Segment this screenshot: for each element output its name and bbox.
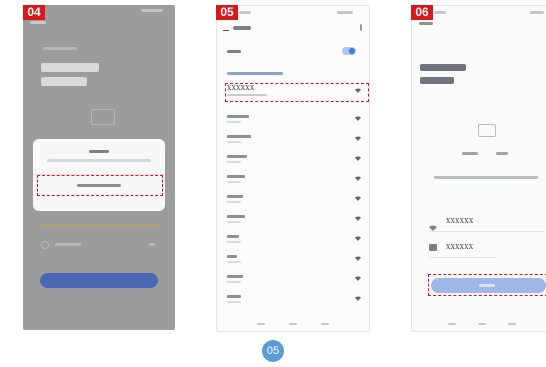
- page-title-line-2: [41, 77, 87, 86]
- cancel-link[interactable]: [419, 22, 433, 25]
- ssid-field[interactable]: XXXXXX: [446, 218, 473, 225]
- system-nav-bar: [412, 317, 546, 331]
- band-label-5ghz: [496, 152, 508, 155]
- network-status-1: [227, 121, 241, 123]
- password-divider: [429, 257, 497, 258]
- wifi-icon: [429, 218, 437, 231]
- wifi-signal-icon: [355, 216, 361, 221]
- wifi-signal-icon: [355, 88, 361, 93]
- instruction-text: [434, 176, 538, 179]
- phone-screen-04: [23, 5, 175, 330]
- network-name-5[interactable]: [227, 195, 243, 198]
- network-name-6[interactable]: [227, 215, 245, 218]
- wifi-signal-icon: [355, 156, 361, 161]
- network-status-4: [227, 181, 241, 183]
- band-label-2-4ghz: [462, 152, 478, 155]
- system-nav-bar: [23, 316, 175, 330]
- network-name-1[interactable]: [227, 115, 249, 118]
- page-title-line-2: [420, 77, 454, 84]
- highlight-go-to-connect: [37, 175, 163, 196]
- lock-icon: [429, 244, 437, 251]
- network-name-10[interactable]: [227, 295, 241, 298]
- wifi-signal-icon: [355, 236, 361, 241]
- eye-icon: [149, 243, 155, 246]
- network-name-3[interactable]: [227, 155, 247, 158]
- password-field-bg: [40, 224, 158, 226]
- phone-screen-05: XXXXXX: [216, 5, 370, 332]
- highlight-next-button: [428, 274, 546, 296]
- available-networks-label: [227, 72, 283, 75]
- wifi-signal-icon: [355, 176, 361, 181]
- highlight-selected-network: [225, 83, 369, 102]
- step-badge-04: 04: [23, 5, 45, 20]
- network-name-2[interactable]: [227, 135, 251, 138]
- network-status-2: [227, 141, 241, 143]
- status-time: [434, 11, 446, 14]
- cancel-link[interactable]: [30, 21, 46, 24]
- status-icons: [141, 9, 163, 12]
- network-status-10: [227, 301, 241, 303]
- wifi-signal-icon: [355, 276, 361, 281]
- wifi-signal-icon: [355, 296, 361, 301]
- network-name-7[interactable]: [227, 235, 239, 238]
- nav-back[interactable]: [257, 323, 265, 325]
- step-badge-05: 05: [216, 5, 238, 20]
- nav-recent[interactable]: [321, 323, 329, 325]
- ssid-divider: [429, 231, 544, 232]
- network-status-5: [227, 201, 241, 203]
- toggle-knob: [349, 48, 355, 54]
- network-name-4[interactable]: [227, 175, 245, 178]
- nav-home[interactable]: [289, 323, 297, 325]
- wifi-signal-icon: [355, 116, 361, 121]
- wifi-signal-icon: [355, 256, 361, 261]
- router-illustration: [91, 109, 115, 125]
- wlan-title: [233, 26, 251, 30]
- network-status-9: [227, 281, 241, 283]
- network-name-9[interactable]: [227, 275, 243, 278]
- nav-recent[interactable]: [508, 323, 516, 325]
- lock-icon: [41, 241, 49, 249]
- network-status-7: [227, 241, 241, 243]
- step-badge-06: 06: [411, 5, 433, 20]
- system-nav-bar: [217, 317, 369, 331]
- header-subtitle: [43, 47, 77, 50]
- wlan-toggle-switch[interactable]: [342, 47, 356, 55]
- password-placeholder: [55, 243, 81, 246]
- more-icon[interactable]: [360, 24, 362, 31]
- nav-home[interactable]: [478, 323, 486, 325]
- network-name-8[interactable]: [227, 255, 237, 258]
- network-status-8: [227, 261, 241, 263]
- password-field[interactable]: XXXXXX: [446, 244, 473, 251]
- network-status-3: [227, 161, 241, 163]
- dialog-title: [89, 150, 109, 153]
- wlan-toggle-label: [227, 50, 241, 53]
- page-number-badge: 05: [262, 340, 284, 362]
- router-illustration: [478, 124, 496, 137]
- network-status-6: [227, 221, 241, 223]
- back-icon[interactable]: [223, 26, 229, 31]
- wifi-signal-icon: [355, 196, 361, 201]
- status-time: [239, 11, 251, 14]
- page-title-line-1: [420, 64, 466, 71]
- status-icons: [337, 11, 353, 14]
- wifi-signal-icon: [355, 136, 361, 141]
- dialog-message: [47, 159, 151, 162]
- page-title-line-1: [41, 63, 99, 72]
- status-icons: [530, 11, 544, 14]
- next-button[interactable]: [40, 273, 158, 288]
- phone-screen-06: XXXXXX XXXXXX: [411, 5, 546, 332]
- nav-back[interactable]: [448, 323, 456, 325]
